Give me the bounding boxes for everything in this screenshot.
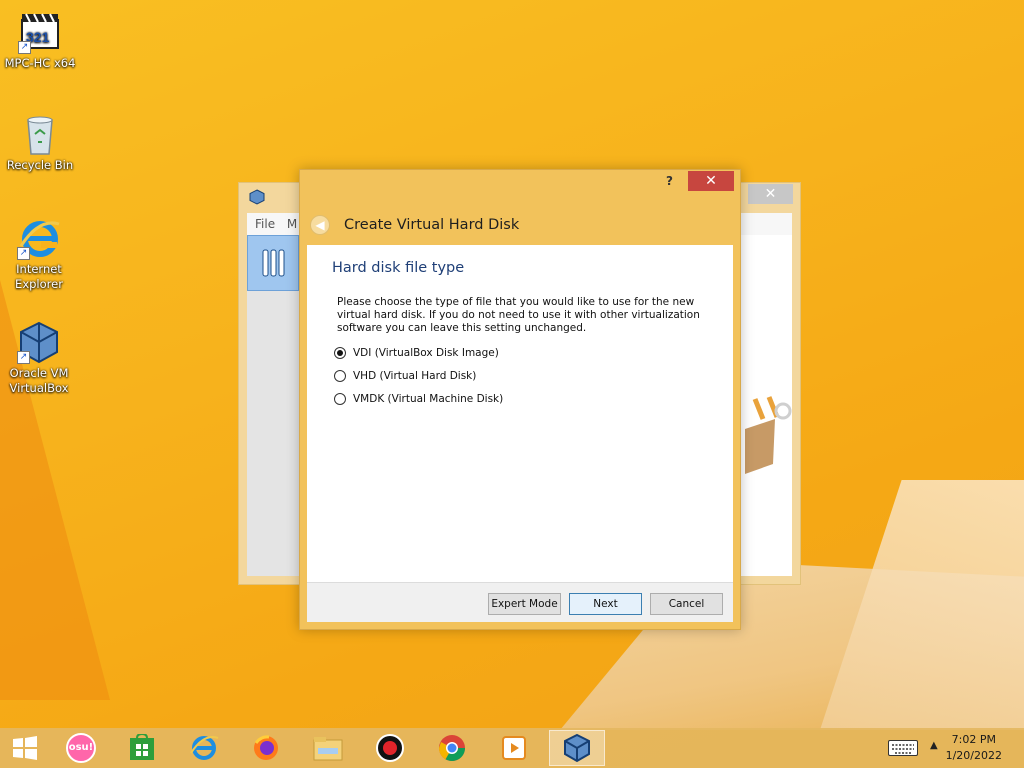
taskbar-file-explorer[interactable] (302, 730, 354, 766)
radio-option-vmdk[interactable]: VMDK (Virtual Machine Disk) (334, 393, 503, 405)
taskbar-firefox[interactable] (240, 730, 292, 766)
windows-logo-icon (13, 736, 37, 760)
taskbar-osu[interactable]: osu! (55, 730, 107, 766)
description-text: Please choose the type of file that you … (337, 296, 700, 334)
taskbar-media-player[interactable] (488, 730, 540, 766)
shortcut-arrow-icon: ↗ (17, 351, 30, 364)
radio-option-vhd[interactable]: VHD (Virtual Hard Disk) (334, 370, 476, 382)
mpc-hc-icon: 321 ↗ (18, 10, 62, 54)
tools-item[interactable] (247, 235, 299, 291)
clock-time: 7:02 PM (951, 733, 996, 746)
media-player-icon (502, 736, 526, 760)
taskbar-internet-explorer[interactable] (178, 730, 230, 766)
toolbox-illustration-icon (745, 396, 792, 474)
desktop-icon-label: MPC-HC x64 (4, 56, 76, 70)
create-virtual-hard-disk-dialog[interactable]: ? ✕ ◀ Create Virtual Hard Disk Hard disk… (299, 169, 741, 630)
start-button[interactable] (0, 730, 50, 766)
close-button[interactable]: ✕ (748, 184, 793, 204)
taskbar-virtualbox[interactable] (549, 730, 605, 766)
tools-icon (262, 249, 285, 277)
taskbar-store[interactable] (116, 730, 168, 766)
desktop-icon-mpc-hc[interactable]: 321 ↗ MPC-HC x64 (0, 10, 80, 71)
machine-list[interactable] (247, 235, 299, 576)
cancel-button[interactable]: Cancel (650, 593, 723, 615)
clock-date: 1/20/2022 (945, 749, 1002, 762)
radio-button[interactable] (334, 393, 346, 405)
radio-label[interactable]: VMDK (Virtual Machine Disk) (353, 393, 503, 405)
firefox-icon (254, 735, 278, 760)
store-icon (130, 734, 154, 760)
show-hidden-icons-icon[interactable]: ▲ (930, 740, 938, 751)
osu-icon: osu! (66, 733, 96, 763)
chrome-icon (438, 735, 466, 762)
close-button[interactable]: ✕ (688, 171, 734, 191)
keyboard-icon[interactable] (888, 740, 918, 756)
taskbar-recorder[interactable] (364, 730, 416, 766)
page-heading: Hard disk file type (332, 260, 465, 276)
radio-button[interactable] (334, 370, 346, 382)
help-button[interactable]: ? (666, 174, 673, 188)
taskbar: osu! ▲ 7:02 PM 1/20/2022 (0, 728, 1024, 768)
virtualbox-icon (249, 189, 265, 205)
dialog-footer: Expert Mode Next Cancel (307, 582, 733, 622)
radio-button[interactable] (334, 347, 346, 359)
desktop-icon-label: Oracle VM VirtualBox (9, 366, 69, 395)
record-icon (376, 734, 404, 762)
menu-file[interactable]: File (255, 217, 275, 231)
internet-explorer-icon: ↗ (17, 216, 61, 260)
desktop-icon-internet-explorer[interactable]: ↗ Internet Explorer (0, 216, 78, 292)
desktop-icon-label: Internet Explorer (15, 262, 63, 291)
virtualbox-icon (564, 733, 590, 763)
desktop-icon-label: Recycle Bin (6, 158, 74, 172)
desktop-icon-virtualbox[interactable]: ↗ Oracle VM VirtualBox (0, 320, 78, 396)
desktop-icon-recycle-bin[interactable]: Recycle Bin (0, 112, 80, 173)
shortcut-arrow-icon: ↗ (18, 41, 31, 54)
clock[interactable]: 7:02 PM 1/20/2022 (946, 732, 1002, 764)
shortcut-arrow-icon: ↗ (17, 247, 30, 260)
keyboard-keys-icon (892, 744, 914, 754)
dialog-body: Hard disk file type Please choose the ty… (307, 245, 733, 582)
menu-machine[interactable]: M (287, 217, 297, 231)
internet-explorer-icon (190, 736, 219, 760)
expert-mode-button[interactable]: Expert Mode (488, 593, 561, 615)
radio-label[interactable]: VDI (VirtualBox Disk Image) (353, 347, 499, 359)
radio-option-vdi[interactable]: VDI (VirtualBox Disk Image) (334, 347, 499, 359)
radio-label[interactable]: VHD (Virtual Hard Disk) (353, 370, 476, 382)
dialog-header: ◀ Create Virtual Hard Disk (310, 212, 519, 238)
dialog-title: Create Virtual Hard Disk (344, 217, 520, 233)
recycle-bin-icon (18, 112, 62, 156)
next-button[interactable]: Next (569, 593, 642, 615)
taskbar-chrome[interactable] (426, 730, 478, 766)
virtualbox-icon: ↗ (17, 320, 61, 364)
folder-icon (313, 737, 343, 761)
back-arrow-icon[interactable]: ◀ (310, 215, 330, 235)
